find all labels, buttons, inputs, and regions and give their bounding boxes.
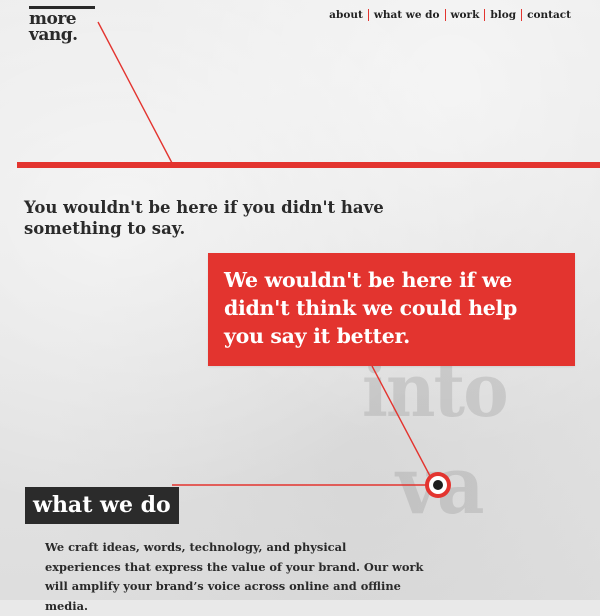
target-node-icon [425, 472, 451, 498]
logo[interactable]: more vang. [29, 6, 95, 45]
diagonal-line-bottom [371, 365, 431, 477]
diagonal-line-top [97, 21, 173, 164]
logo-line-2: vang. [29, 25, 78, 45]
section-body: We craft ideas, words, technology, and p… [45, 540, 424, 613]
callout-text: We wouldn't be here if we didn't think w… [224, 268, 518, 348]
nav-work[interactable]: work [446, 9, 485, 21]
callout-box: We wouldn't be here if we didn't think w… [208, 253, 575, 366]
target-node-dot [433, 480, 443, 490]
horizontal-rule [17, 162, 600, 168]
nav-contact[interactable]: contact [522, 9, 576, 21]
nav-what-we-do[interactable]: what we do [369, 9, 445, 21]
main-nav: about what we do work blog contact [324, 9, 576, 21]
nav-blog[interactable]: blog [485, 9, 521, 21]
intro-heading: You wouldn't be here if you didn't have … [24, 198, 384, 238]
nav-about[interactable]: about [324, 9, 368, 21]
section-title: what we do [25, 487, 179, 524]
